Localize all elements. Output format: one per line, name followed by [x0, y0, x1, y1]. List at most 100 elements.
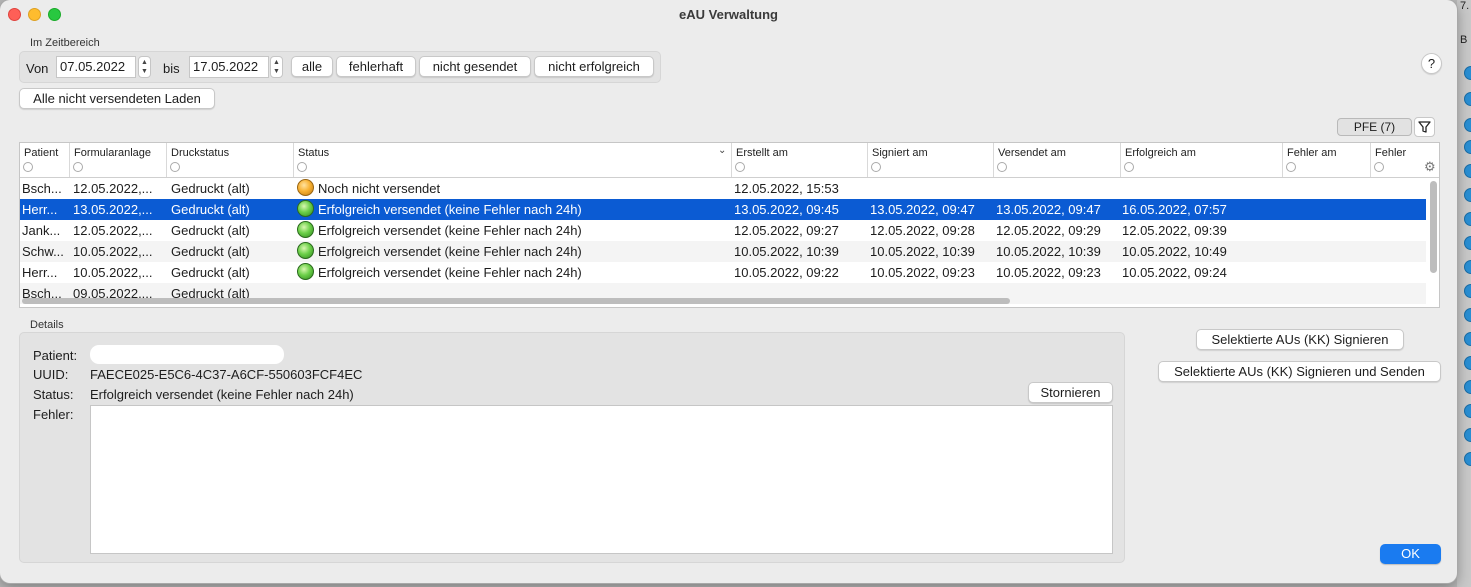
von-date-stepper[interactable]: ▲ ▼	[138, 56, 151, 78]
column-header-versendet-am[interactable]: Versendet am	[994, 143, 1121, 177]
column-filter-radio[interactable]	[871, 162, 881, 172]
status-green-icon	[297, 242, 314, 259]
von-date-field[interactable]: 07.05.2022	[56, 56, 136, 78]
table-horizontal-scrollbar[interactable]	[22, 298, 1010, 304]
bis-date-stepper[interactable]: ▲ ▼	[270, 56, 283, 78]
table-row-selected[interactable]: Herr... 13.05.2022,... Gedruckt (alt) Er…	[20, 199, 1426, 220]
cell-druckstatus: Gedruckt (alt)	[171, 202, 250, 217]
gear-icon[interactable]: ⚙	[1424, 159, 1436, 175]
status-orange-icon	[297, 179, 314, 196]
cell-erstellt-am: 13.05.2022, 09:45	[734, 202, 839, 217]
ok-button[interactable]: OK	[1380, 544, 1441, 564]
background-icon	[1464, 236, 1471, 250]
column-header-signiert-am[interactable]: Signiert am	[868, 143, 994, 177]
background-icon	[1464, 428, 1471, 442]
column-filter-radio[interactable]	[1374, 162, 1384, 172]
cell-status: Erfolgreich versendet (keine Fehler nach…	[318, 265, 582, 280]
filter-nicht-gesendet-button[interactable]: nicht gesendet	[419, 56, 531, 77]
cell-status: Erfolgreich versendet (keine Fehler nach…	[318, 244, 582, 259]
column-filter-radio[interactable]	[735, 162, 745, 172]
background-text: 7.	[1460, 0, 1470, 12]
zeitbereich-label: Im Zeitbereich	[30, 37, 100, 49]
cell-versendet-am: 10.05.2022, 09:23	[996, 265, 1101, 280]
background-icon	[1464, 66, 1471, 80]
cell-formularanlage: 10.05.2022,...	[73, 265, 153, 280]
load-unsent-button[interactable]: Alle nicht versendeten Laden	[19, 88, 215, 109]
column-header-erfolgreich-am[interactable]: Erfolgreich am	[1121, 143, 1283, 177]
filter-alle-button[interactable]: alle	[291, 56, 333, 77]
status-green-icon	[297, 221, 314, 238]
cell-patient: Bsch...	[22, 181, 62, 196]
background-text: B	[1460, 34, 1468, 46]
column-filter-radio[interactable]	[170, 162, 180, 172]
table-vertical-scrollbar[interactable]	[1428, 179, 1439, 295]
cell-erfolgreich-am: 10.05.2022, 09:24	[1122, 265, 1227, 280]
cell-signiert-am: 12.05.2022, 09:28	[870, 223, 975, 238]
background-icon	[1464, 404, 1471, 418]
cell-patient: Herr...	[22, 202, 58, 217]
cell-signiert-am: 10.05.2022, 10:39	[870, 244, 975, 259]
cell-status: Erfolgreich versendet (keine Fehler nach…	[318, 223, 582, 238]
column-header-druckstatus[interactable]: Druckstatus	[167, 143, 294, 177]
window-title: eAU Verwaltung	[679, 7, 778, 22]
patient-label: Patient:	[33, 348, 78, 363]
cell-versendet-am: 10.05.2022, 10:39	[996, 244, 1101, 259]
sign-button[interactable]: Selektierte AUs (KK) Signieren	[1196, 329, 1404, 350]
table-row[interactable]: Bsch... 12.05.2022,... Gedruckt (alt) No…	[20, 178, 1426, 199]
cell-patient: Schw...	[22, 244, 64, 259]
zoom-window-button[interactable]	[48, 8, 61, 21]
column-header-status[interactable]: Status ⌄	[294, 143, 732, 177]
funnel-icon	[1418, 121, 1431, 133]
background-icon	[1464, 92, 1471, 106]
background-icon	[1464, 260, 1471, 274]
column-filter-radio[interactable]	[997, 162, 1007, 172]
background-icon	[1464, 188, 1471, 202]
cell-patient: Herr...	[22, 265, 58, 280]
column-header-fehler-am[interactable]: Fehler am	[1283, 143, 1371, 177]
close-window-button[interactable]	[8, 8, 21, 21]
help-button[interactable]: ?	[1421, 53, 1442, 74]
column-header-formularanlage[interactable]: Formularanlage	[70, 143, 167, 177]
background-icon	[1464, 332, 1471, 346]
cell-erstellt-am: 12.05.2022, 09:27	[734, 223, 839, 238]
cell-druckstatus: Gedruckt (alt)	[171, 244, 250, 259]
table-row[interactable]: Schw... 10.05.2022,... Gedruckt (alt) Er…	[20, 241, 1426, 262]
background-icon	[1464, 164, 1471, 178]
cell-versendet-am: 13.05.2022, 09:47	[996, 202, 1101, 217]
cell-formularanlage: 12.05.2022,...	[73, 181, 153, 196]
fehler-textarea[interactable]	[90, 405, 1113, 554]
filter-button[interactable]	[1414, 117, 1435, 137]
stornieren-button[interactable]: Stornieren	[1028, 382, 1113, 403]
bis-date-field[interactable]: 17.05.2022	[189, 56, 269, 78]
column-filter-radio[interactable]	[297, 162, 307, 172]
bis-label: bis	[163, 61, 180, 76]
table-row[interactable]: Jank... 12.05.2022,... Gedruckt (alt) Er…	[20, 220, 1426, 241]
filter-fehlerhaft-button[interactable]: fehlerhaft	[336, 56, 416, 77]
pfe-button[interactable]: PFE (7)	[1337, 118, 1412, 136]
cell-erfolgreich-am: 16.05.2022, 07:57	[1122, 202, 1227, 217]
cell-status: Erfolgreich versendet (keine Fehler nach…	[318, 202, 582, 217]
column-filter-radio[interactable]	[1286, 162, 1296, 172]
cell-formularanlage: 12.05.2022,...	[73, 223, 153, 238]
cell-versendet-am: 12.05.2022, 09:29	[996, 223, 1101, 238]
von-label: Von	[26, 61, 49, 76]
status-green-icon	[297, 200, 314, 217]
eau-window: eAU Verwaltung Im Zeitbereich Von 07.05.…	[0, 0, 1457, 583]
column-filter-radio[interactable]	[1124, 162, 1134, 172]
background-icon	[1464, 356, 1471, 370]
sign-and-send-button[interactable]: Selektierte AUs (KK) Signieren und Sende…	[1158, 361, 1441, 382]
filter-nicht-erfolgreich-button[interactable]: nicht erfolgreich	[534, 56, 654, 77]
cell-patient: Jank...	[22, 223, 61, 238]
column-filter-radio[interactable]	[23, 162, 33, 172]
details-label: Details	[30, 319, 64, 331]
column-filter-radio[interactable]	[73, 162, 83, 172]
minimize-window-button[interactable]	[28, 8, 41, 21]
background-icon	[1464, 140, 1471, 154]
scroll-thumb[interactable]	[1430, 181, 1437, 273]
column-header-patient[interactable]: Patient	[20, 143, 70, 177]
column-header-fehler[interactable]: Fehler	[1371, 143, 1426, 177]
background-icon	[1464, 118, 1471, 132]
cell-erstellt-am: 12.05.2022, 15:53	[734, 181, 839, 196]
column-header-erstellt-am[interactable]: Erstellt am	[732, 143, 868, 177]
table-row[interactable]: Herr... 10.05.2022,... Gedruckt (alt) Er…	[20, 262, 1426, 283]
